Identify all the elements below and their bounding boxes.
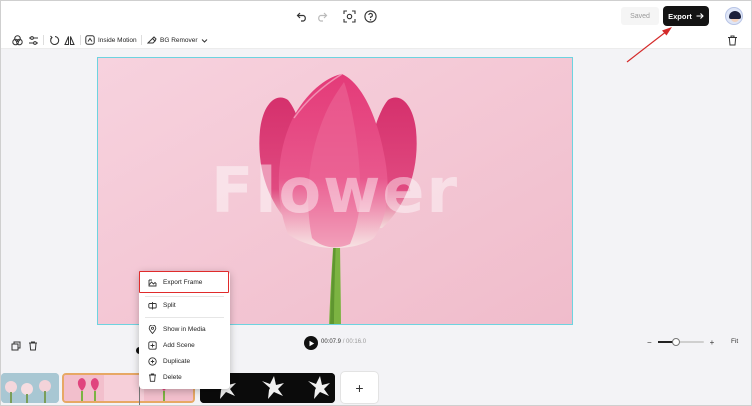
clip-thumbnail [1, 373, 59, 403]
bg-remover-button[interactable]: BG Remover [147, 33, 208, 47]
screenshot-icon[interactable] [341, 8, 357, 24]
menu-item-label: Export Frame [163, 278, 203, 286]
arrow-right-icon [696, 13, 704, 19]
chevron-down-icon [201, 38, 207, 43]
menu-item-delete[interactable]: Delete [139, 370, 230, 384]
inside-motion-button[interactable]: Inside Motion [85, 33, 137, 47]
layers-icon[interactable] [11, 338, 21, 351]
color-icon[interactable] [11, 34, 23, 46]
menu-item-add-scene[interactable]: Add Scene [139, 338, 230, 352]
inside-motion-label: Inside Motion [98, 36, 137, 44]
current-time: 00:07.9 [321, 339, 342, 345]
duplicate-icon [148, 356, 157, 366]
undo-icon[interactable] [294, 8, 310, 24]
zoom-slider[interactable] [657, 338, 704, 346]
split-icon [148, 301, 157, 310]
export-frame-icon [148, 278, 157, 287]
context-menu: Export Frame Split Show in Media Add Sce… [139, 271, 230, 389]
zoom-slider-handle[interactable] [672, 338, 681, 346]
help-icon[interactable] [362, 8, 378, 24]
eraser-icon [147, 36, 157, 44]
menu-item-label: Show in Media [163, 325, 206, 333]
editor-window: Saved Export Inside Motion BG Remover Fl… [0, 0, 752, 406]
add-clip-button[interactable]: + [340, 371, 379, 404]
menu-item-label: Delete [163, 373, 182, 381]
zoom-control: − + [647, 337, 714, 347]
menu-item-label: Add Scene [163, 341, 195, 349]
time-separator: / [342, 339, 345, 345]
location-icon [148, 324, 157, 334]
trash-icon[interactable] [726, 34, 738, 46]
adjust-icon[interactable] [27, 34, 39, 46]
timeline-clip[interactable] [1, 373, 59, 403]
element-toolbar: Inside Motion BG Remover [1, 31, 751, 49]
menu-item-show-in-media[interactable]: Show in Media [139, 322, 230, 336]
export-button-label: Export [668, 11, 692, 21]
zoom-out-button[interactable]: − [647, 338, 652, 347]
playback-bar [1, 333, 751, 353]
trash-icon [148, 373, 157, 382]
top-bar: Saved Export [1, 1, 751, 31]
menu-item-export-frame[interactable]: Export Frame [139, 275, 230, 289]
menu-item-label: Split [163, 301, 176, 309]
total-time: 00:16.0 [346, 339, 367, 345]
menu-item-duplicate[interactable]: Duplicate [139, 354, 230, 368]
add-scene-icon [148, 340, 157, 350]
overlay-text[interactable]: Flower [98, 154, 572, 227]
rotate-icon[interactable] [48, 34, 60, 46]
motion-icon [85, 35, 95, 45]
zoom-in-button[interactable]: + [710, 338, 715, 347]
time-display: 00:07.9 / 00:16.0 [321, 339, 366, 345]
play-button[interactable] [304, 336, 318, 350]
fit-button[interactable]: Fit [731, 338, 738, 345]
timeline: + [1, 363, 751, 405]
menu-item-label: Duplicate [163, 357, 191, 365]
saved-status: Saved [621, 7, 659, 25]
redo-icon[interactable] [314, 8, 330, 24]
bg-remover-label: BG Remover [160, 36, 198, 44]
avatar[interactable] [725, 7, 743, 25]
flip-icon[interactable] [63, 34, 75, 46]
menu-item-split[interactable]: Split [139, 298, 230, 312]
trash-icon[interactable] [28, 338, 38, 351]
play-icon [309, 340, 314, 346]
export-button[interactable]: Export [663, 6, 709, 26]
